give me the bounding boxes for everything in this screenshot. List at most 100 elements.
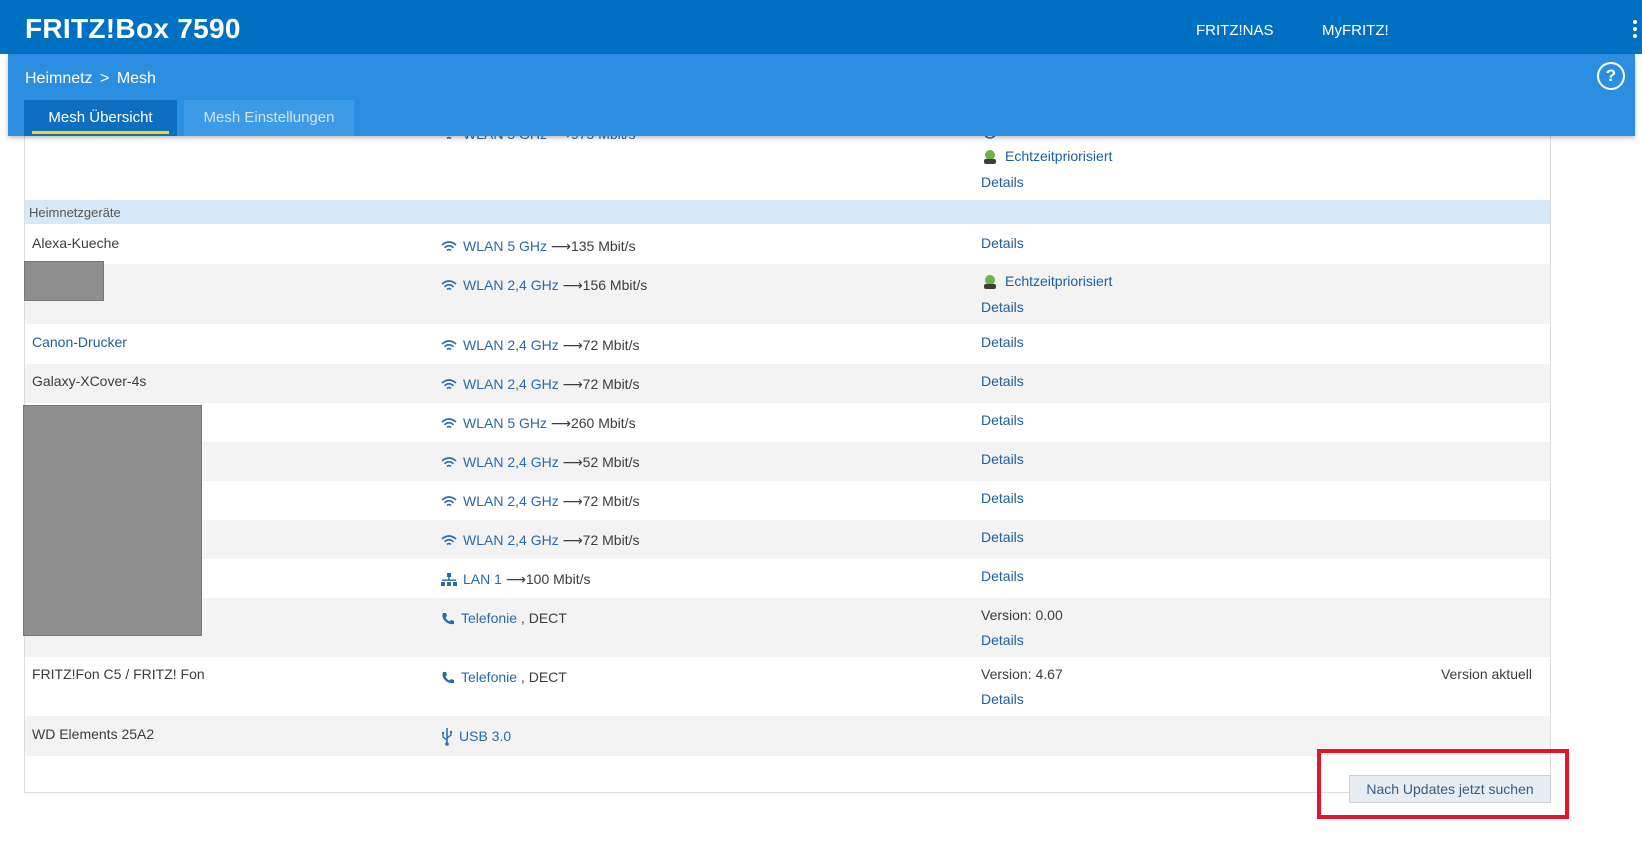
connection-rate: ⟶135 Mbit/s — [550, 238, 636, 254]
device-name: Alexa-Kueche — [32, 235, 120, 251]
device-name[interactable]: Canon-Drucker — [32, 334, 127, 350]
table-row: WLAN 2,4 GHz ⟶72 Mbit/s Details — [25, 520, 1550, 559]
details-link[interactable]: Details — [981, 334, 1024, 350]
wifi-icon — [441, 379, 457, 390]
connection-cell: Telefonie , DECT — [441, 669, 567, 685]
wifi-icon — [441, 241, 457, 252]
prio-label[interactable]: Echtzeitpriorisiert — [1005, 148, 1112, 164]
phone-icon — [442, 672, 454, 684]
redacted-device-names — [23, 405, 202, 636]
table-row: WLAN 2,4 GHz ⟶72 Mbit/s Details — [25, 481, 1550, 520]
connection-cell: USB 3.0 — [441, 728, 511, 747]
connection-rate: ⟶52 Mbit/s — [562, 454, 640, 470]
details-link[interactable]: Details — [981, 451, 1024, 467]
top-bar: FRITZ!Box 7590 FRITZ!NAS MyFRITZ! — [0, 0, 1642, 54]
wifi-icon — [441, 457, 457, 468]
connection-cell: WLAN 2,4 GHz ⟶72 Mbit/s — [441, 376, 639, 393]
connection-cell: WLAN 2,4 GHz ⟶72 Mbit/s — [441, 532, 639, 549]
details-link[interactable]: Details — [981, 490, 1024, 506]
details-link[interactable]: Details — [981, 299, 1024, 315]
breadcrumb-separator-icon: > — [100, 70, 110, 87]
wifi-icon — [441, 496, 457, 507]
mesh-device-table: WLAN 5 GHz ⟶975 Mbit/s Mesh Echtzeitprio… — [24, 120, 1551, 793]
details-link[interactable]: Details — [981, 691, 1024, 707]
table-row: WLAN 2,4 GHz ⟶156 Mbit/s Echtzeitprioris… — [25, 264, 1550, 324]
fritznas-link[interactable]: FRITZ!NAS — [1196, 22, 1274, 39]
connection-rate: ⟶72 Mbit/s — [562, 376, 640, 392]
connection-label[interactable]: Telefonie — [461, 610, 517, 626]
version-text: Version: 0.00 — [981, 607, 1063, 623]
connection-rate: ⟶100 Mbit/s — [505, 571, 591, 587]
connection-cell: WLAN 2,4 GHz ⟶72 Mbit/s — [441, 493, 639, 510]
prio-label[interactable]: Echtzeitpriorisiert — [1005, 273, 1112, 289]
connection-label[interactable]: WLAN 2,4 GHz — [463, 376, 559, 392]
connection-cell: WLAN 5 GHz ⟶260 Mbit/s — [441, 415, 636, 432]
table-row: Canon-Drucker WLAN 2,4 GHz ⟶72 Mbit/s De… — [25, 324, 1550, 364]
details-link[interactable]: Details — [981, 632, 1024, 648]
connection-rate: ⟶72 Mbit/s — [562, 337, 640, 353]
connection-rate: ⟶72 Mbit/s — [562, 532, 640, 548]
tab-label: Mesh Einstellungen — [203, 109, 335, 126]
version-text: Version: 4.67 — [981, 666, 1063, 682]
connection-label[interactable]: USB 3.0 — [459, 728, 511, 744]
device-name: FRITZ!Fon C5 / FRITZ! Fon — [32, 666, 205, 682]
wifi-icon — [441, 535, 457, 546]
connection-label[interactable]: WLAN 2,4 GHz — [463, 277, 559, 293]
tab-mesh-uebersicht[interactable]: Mesh Übersicht — [24, 100, 177, 136]
redacted-device-name — [24, 261, 104, 301]
lan-icon — [441, 573, 457, 587]
table-row: FRITZ!Fon C5 / FRITZ! Fon Telefonie , DE… — [25, 657, 1550, 716]
connection-rate: , DECT — [517, 669, 567, 685]
table-row: Galaxy-XCover-4s WLAN 2,4 GHz ⟶72 Mbit/s… — [25, 364, 1550, 403]
table-row: Alexa-Kueche WLAN 5 GHz ⟶135 Mbit/s Deta… — [25, 224, 1550, 264]
details-link[interactable]: Details — [981, 373, 1024, 389]
connection-cell: WLAN 5 GHz ⟶135 Mbit/s — [441, 238, 636, 255]
app-title: FRITZ!Box 7590 — [25, 13, 241, 44]
connection-rate: ⟶156 Mbit/s — [562, 277, 648, 293]
realtime-priority-icon — [984, 150, 996, 165]
sub-header: Heimnetz > Mesh ? Mesh Übersicht Mesh Ei… — [8, 54, 1635, 136]
group-header: Heimnetzgeräte — [25, 200, 1550, 224]
tab-active-indicator — [32, 131, 169, 134]
myfritz-link[interactable]: MyFRITZ! — [1322, 22, 1389, 39]
connection-label[interactable]: Telefonie — [461, 669, 517, 685]
connection-label[interactable]: WLAN 2,4 GHz — [463, 337, 559, 353]
wifi-icon — [441, 280, 457, 291]
tab-mesh-einstellungen[interactable]: Mesh Einstellungen — [184, 100, 354, 136]
highlight-box — [1317, 749, 1569, 819]
breadcrumb-parent[interactable]: Heimnetz — [25, 70, 93, 87]
help-icon[interactable]: ? — [1597, 62, 1625, 90]
update-status: Version aktuell — [1440, 666, 1532, 682]
prio-info: Echtzeitpriorisiert — [981, 148, 1112, 165]
wifi-icon — [441, 418, 457, 429]
prio-info: Echtzeitpriorisiert — [981, 273, 1112, 290]
connection-cell: WLAN 2,4 GHz ⟶52 Mbit/s — [441, 454, 639, 471]
wifi-icon — [441, 340, 457, 351]
details-link[interactable]: Details — [981, 235, 1024, 251]
connection-label[interactable]: LAN 1 — [463, 571, 502, 587]
connection-label[interactable]: WLAN 2,4 GHz — [463, 454, 559, 470]
more-menu-icon[interactable] — [1632, 20, 1638, 42]
device-name: Galaxy-XCover-4s — [32, 373, 147, 389]
table-row: WLAN 5 GHz ⟶260 Mbit/s Details — [25, 403, 1550, 442]
realtime-priority-icon — [984, 275, 996, 290]
connection-label[interactable]: WLAN 2,4 GHz — [463, 493, 559, 509]
connection-rate: ⟶72 Mbit/s — [562, 493, 640, 509]
connection-cell: WLAN 2,4 GHz ⟶156 Mbit/s — [441, 277, 647, 294]
tab-label: Mesh Übersicht — [48, 109, 153, 126]
connection-cell: WLAN 2,4 GHz ⟶72 Mbit/s — [441, 337, 639, 354]
connection-label[interactable]: WLAN 2,4 GHz — [463, 532, 559, 548]
connection-label[interactable]: WLAN 5 GHz — [463, 415, 547, 431]
breadcrumb: Heimnetz > Mesh — [25, 70, 156, 88]
connection-label[interactable]: WLAN 5 GHz — [463, 238, 547, 254]
connection-rate: , DECT — [517, 610, 567, 626]
group-label: Heimnetzgeräte — [29, 205, 121, 220]
device-name: WD Elements 25A2 — [32, 726, 155, 742]
details-link[interactable]: Details — [981, 568, 1024, 584]
breadcrumb-current: Mesh — [116, 70, 156, 87]
table-row: LAN 1 ⟶100 Mbit/s Details — [25, 559, 1550, 598]
details-link[interactable]: Details — [981, 529, 1024, 545]
details-link[interactable]: Details — [981, 174, 1024, 190]
details-link[interactable]: Details — [981, 412, 1024, 428]
table-row: Telefonie , DECT Version: 0.00 Details — [25, 598, 1550, 657]
